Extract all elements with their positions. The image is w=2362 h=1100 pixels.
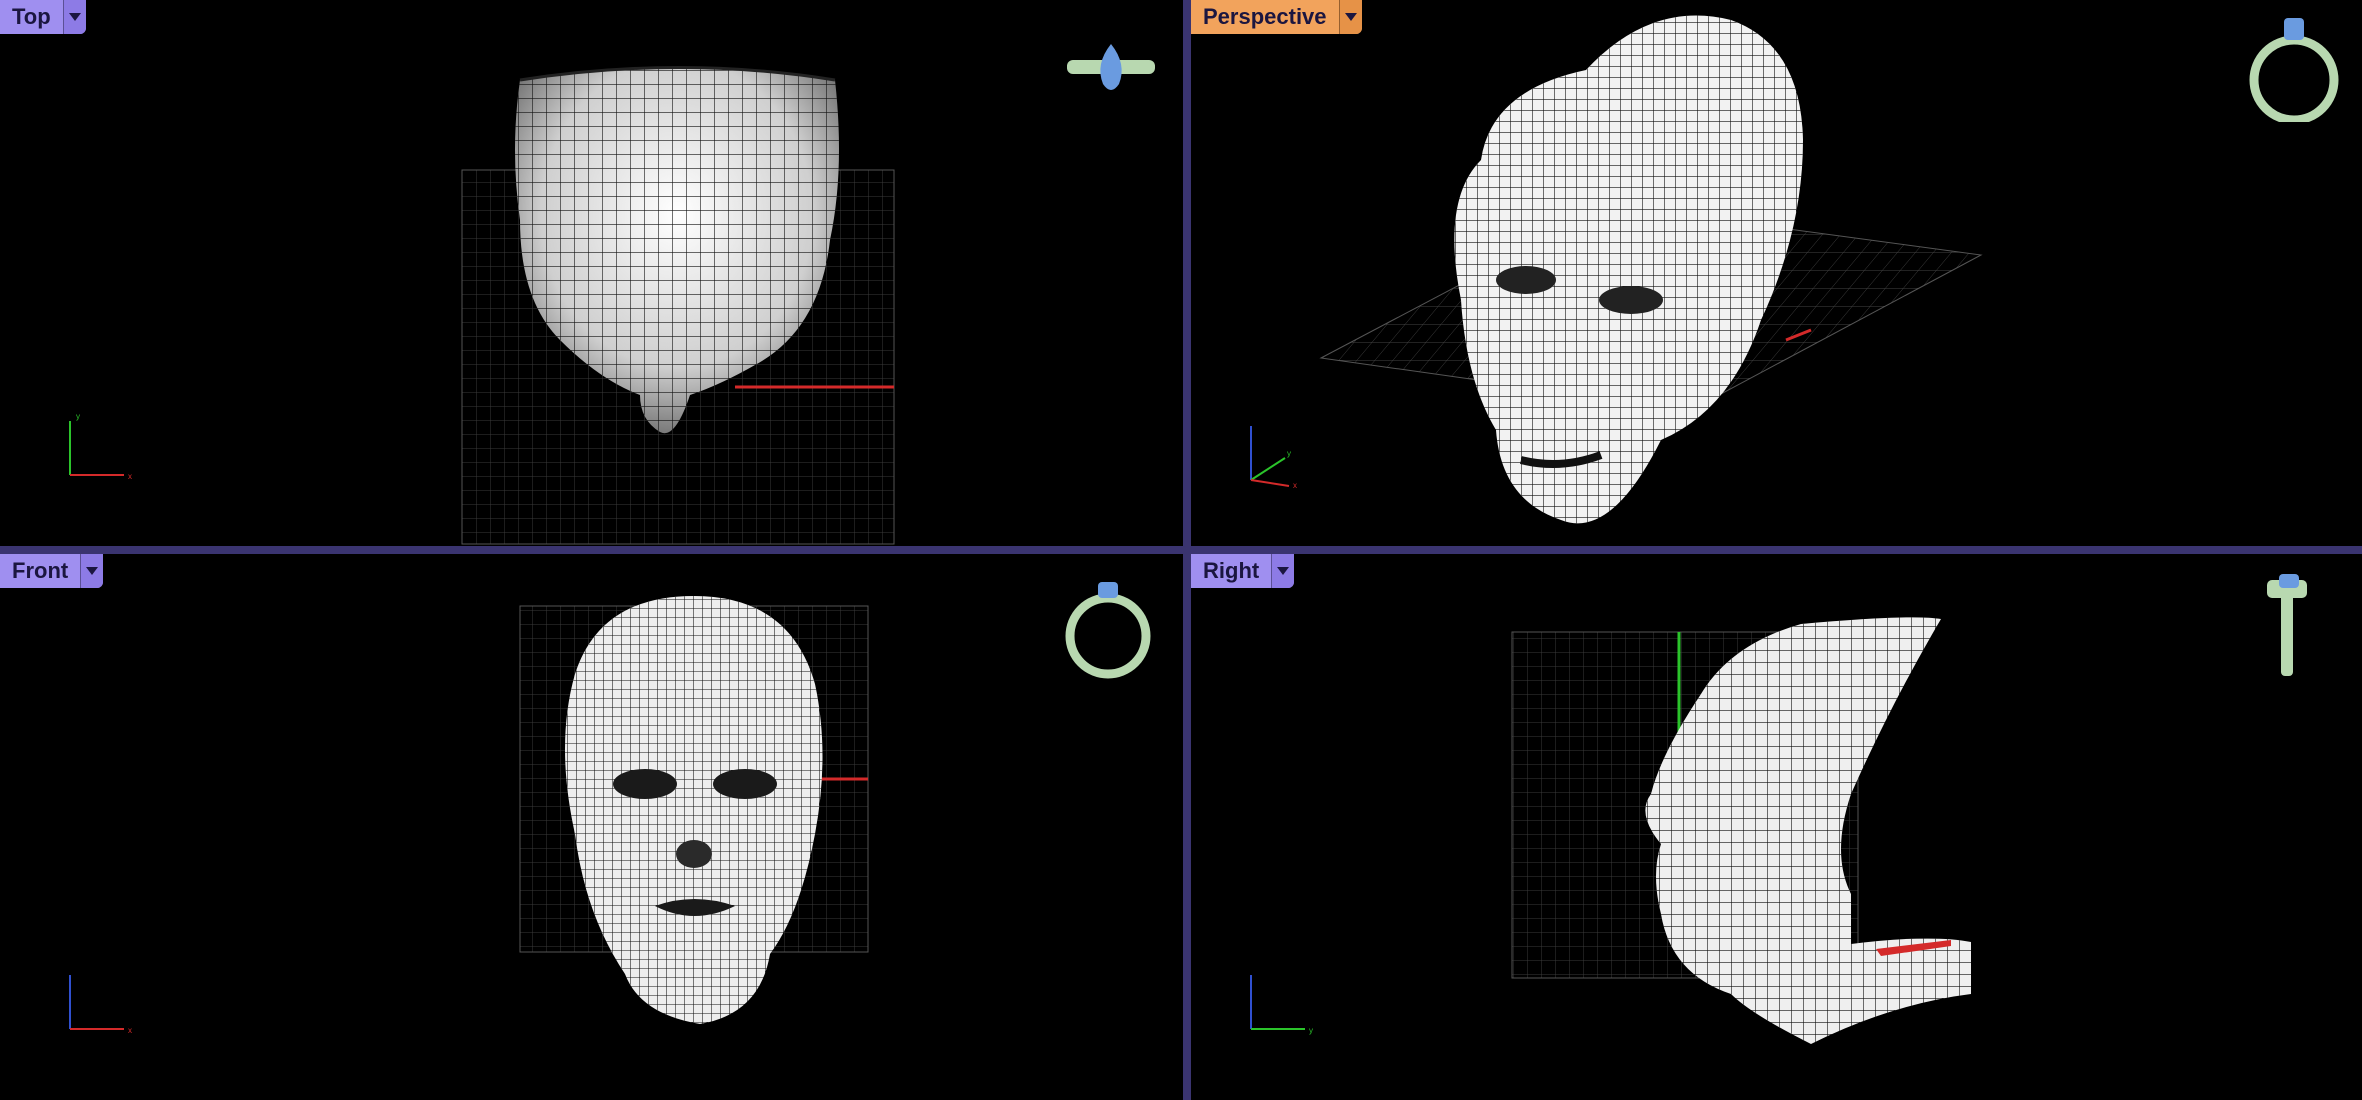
axis-triad-icon: x	[69, 975, 132, 1035]
viewport-front[interactable]: x Front	[0, 554, 1183, 1100]
axis-y-label: y	[1309, 1026, 1313, 1035]
dropdown-arrow-icon[interactable]	[80, 554, 104, 588]
dropdown-arrow-icon[interactable]	[62, 0, 86, 34]
dropdown-arrow-icon[interactable]	[1338, 0, 1362, 34]
axis-x-label: x	[1293, 481, 1297, 490]
viewport-title: Top	[12, 4, 51, 29]
ring-gizmo-icon[interactable]	[1063, 40, 1159, 102]
axis-x-label: x	[128, 472, 132, 481]
viewport-title: Perspective	[1203, 4, 1327, 29]
front-scene	[519, 596, 869, 1024]
head-mesh-perspective	[1454, 15, 1803, 524]
viewport-title: Front	[12, 558, 69, 583]
axis-y-label: y	[1287, 449, 1291, 458]
tab-top[interactable]: Top	[0, 0, 86, 34]
viewport-title: Right	[1203, 558, 1260, 583]
axis-triad-icon: y	[1250, 975, 1313, 1035]
head-mesh-front	[565, 596, 823, 1024]
tab-perspective[interactable]: Perspective	[1191, 0, 1362, 34]
axis-x-label: x	[128, 1026, 132, 1035]
perspective-scene	[1319, 15, 1983, 524]
axis-triad-icon: x y	[1250, 426, 1297, 490]
viewport-perspective[interactable]: x y Perspective	[1191, 0, 2362, 546]
dropdown-arrow-icon[interactable]	[1271, 554, 1295, 588]
right-scene	[1511, 617, 1971, 1044]
top-scene	[461, 66, 895, 545]
axis-y-label: y	[76, 412, 80, 421]
tab-right[interactable]: Right	[1191, 554, 1295, 588]
ring-gizmo-icon[interactable]	[2259, 572, 2319, 682]
viewport-top[interactable]: x y Top	[0, 0, 1183, 546]
tab-front[interactable]: Front	[0, 554, 104, 588]
ring-gizmo-icon[interactable]	[2244, 12, 2344, 122]
viewport-right[interactable]: y Right	[1191, 554, 2362, 1100]
axis-triad-icon: x y	[69, 412, 132, 481]
ring-gizmo-icon[interactable]	[1058, 574, 1158, 684]
